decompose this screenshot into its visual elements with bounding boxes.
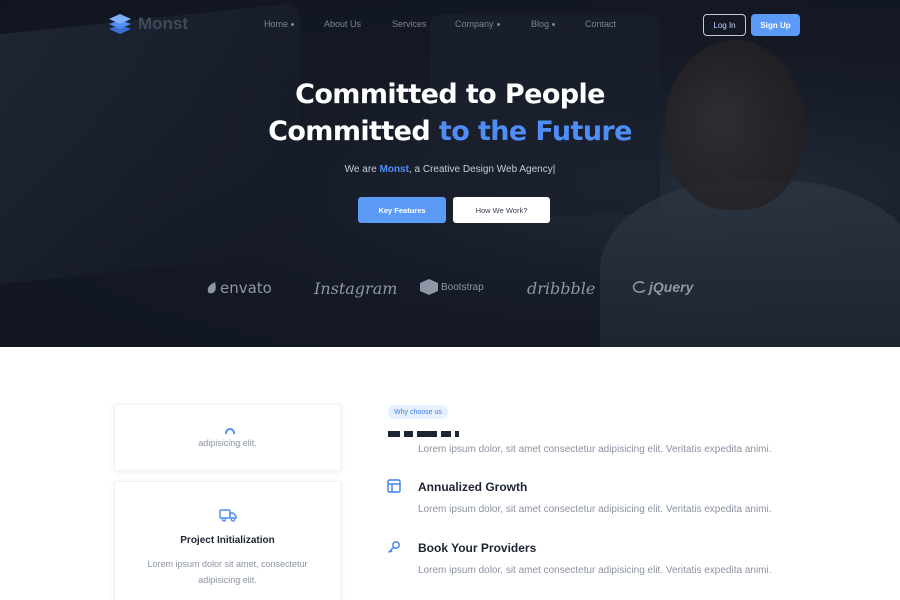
feature-card-description-line1: Lorem ipsum dolor sit amet, consectetur xyxy=(147,559,308,569)
feature-card-description-line2: adipisicing elit. xyxy=(198,575,257,585)
feature-title-book-providers: Book Your Providers xyxy=(418,541,537,555)
menu-item-about[interactable]: About Us xyxy=(324,19,392,29)
menu-item-label: Services xyxy=(392,19,427,29)
hero-headline-line1: Committed to People xyxy=(295,79,605,110)
bootstrap-logo: Bootstrap xyxy=(420,279,484,295)
tagline-brand: Monst xyxy=(379,164,409,175)
key-icon xyxy=(388,541,400,553)
login-button[interactable]: Log In xyxy=(703,14,746,36)
jquery-logo: jQuery xyxy=(632,279,693,295)
logo[interactable]: Monst xyxy=(108,13,188,35)
jquery-swoosh-icon xyxy=(632,281,646,293)
menu-item-label: Home xyxy=(264,19,289,29)
feature-card-title: Project Initialization xyxy=(180,535,275,546)
dropdown-dot-icon xyxy=(552,22,556,26)
key-features-button[interactable]: Key Features xyxy=(358,197,446,223)
feature-card-description: Lorem ipsum dolor sit amet, consectetur … xyxy=(114,556,341,588)
envato-leaf-icon xyxy=(207,282,216,294)
menu-item-label: Company xyxy=(455,19,494,29)
truck-icon xyxy=(219,509,237,522)
instagram-logo-text: Instagram xyxy=(314,279,398,298)
why-choose-us-badge: Why choose us xyxy=(388,405,448,419)
feature-description: Lorem ipsum dolor, sit amet consectetur … xyxy=(418,565,772,576)
main-menu: Home About Us Services Company Blog Cont… xyxy=(264,19,645,29)
hero-headline-accent: to the Future xyxy=(438,116,633,147)
menu-item-label: Contact xyxy=(585,19,617,29)
hero-headline-prefix: Committed xyxy=(268,116,431,147)
jquery-logo-text: jQuery xyxy=(649,279,694,295)
logo-text: Monst xyxy=(138,14,189,33)
menu-item-blog[interactable]: Blog xyxy=(531,19,585,29)
menu-item-services[interactable]: Services xyxy=(392,19,455,29)
feature-card-text: adipisicing elit. xyxy=(198,438,257,448)
menu-item-home[interactable]: Home xyxy=(264,19,324,29)
menu-item-contact[interactable]: Contact xyxy=(585,19,645,29)
feature-description: Lorem ipsum dolor, sit amet consectetur … xyxy=(418,444,772,455)
brand-logos: envato Instagram Bootstrap dribbble jQue… xyxy=(0,279,900,303)
instagram-logo: Instagram xyxy=(314,279,397,298)
envato-logo: envato xyxy=(207,279,272,297)
feature-card-icon xyxy=(225,428,235,434)
dribbble-logo: dribbble xyxy=(527,279,595,298)
menu-item-label: Blog xyxy=(531,19,550,29)
menu-item-company[interactable]: Company xyxy=(455,19,531,29)
dropdown-dot-icon xyxy=(496,22,500,26)
top-navigation: Monst Home About Us Services Company Blo… xyxy=(0,0,900,50)
feature-description: Lorem ipsum dolor, sit amet consectetur … xyxy=(418,504,772,515)
hero-headline-line2: Committed to the Future xyxy=(0,116,900,147)
feature-title-annualized-growth: Annualized Growth xyxy=(418,480,528,494)
menu-item-label: About Us xyxy=(324,19,362,29)
bootstrap-logo-text: Bootstrap xyxy=(441,281,484,293)
dropdown-dot-icon xyxy=(291,22,295,26)
hero-section: Monst Home About Us Services Company Blo… xyxy=(0,0,900,347)
hero-tagline: We are Monst, a Creative Design Web Agen… xyxy=(0,164,900,175)
how-we-work-button[interactable]: How We Work? xyxy=(453,197,550,223)
bar-chart-icon xyxy=(387,479,401,493)
tagline-suffix: , a Creative Design Web Agency| xyxy=(408,164,556,175)
dribbble-logo-text: dribbble xyxy=(527,279,596,298)
envato-logo-text: envato xyxy=(220,279,272,297)
bootstrap-hexagon-icon xyxy=(420,279,438,295)
signup-button[interactable]: Sign Up xyxy=(751,14,800,36)
tagline-prefix: We are xyxy=(344,164,377,175)
layers-logo-icon xyxy=(109,14,131,34)
section-heading-clipped xyxy=(388,431,508,437)
